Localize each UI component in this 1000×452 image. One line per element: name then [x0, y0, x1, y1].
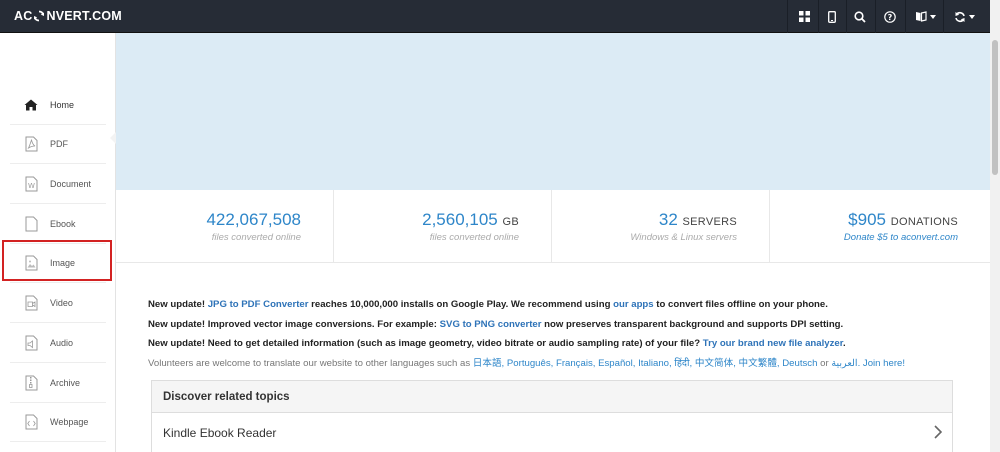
audio-icon	[22, 334, 40, 352]
sidebar-item-webpage[interactable]: Webpage	[10, 402, 106, 442]
banner-area	[116, 33, 990, 190]
webpage-icon	[22, 413, 40, 431]
volunteer-text: Volunteers are welcome to translate our …	[148, 357, 473, 369]
update-text: New update! Need to get detailed informa…	[148, 338, 703, 350]
stat-servers: 32 SERVERS Windows & Linux servers	[552, 190, 770, 263]
sidebar-item-ebook[interactable]: Ebook	[10, 204, 106, 244]
page-scrollbar[interactable]	[990, 0, 1000, 452]
search-button[interactable]	[845, 0, 875, 33]
site-logo[interactable]: AC NVERT.COM	[14, 9, 122, 23]
stat-caption: Windows & Linux servers	[630, 232, 737, 243]
grid-icon	[798, 11, 810, 22]
sidebar-item-document[interactable]: W Document	[10, 164, 106, 204]
file-analyzer-link[interactable]: Try our brand new file analyzer	[703, 338, 843, 349]
donate-link[interactable]: Donate $5 to aconvert.com	[844, 232, 958, 243]
apps-grid-button[interactable]	[789, 0, 819, 33]
mobile-app-button[interactable]	[817, 0, 847, 33]
update-line: New update! JPG to PDF Converter reaches…	[148, 298, 978, 318]
scrollbar-thumb[interactable]	[992, 40, 998, 175]
sidebar-item-label: Archive	[50, 377, 81, 388]
sidebar-item-archive[interactable]: Archive	[10, 363, 106, 403]
archive-icon	[22, 374, 40, 392]
stat-unit: GB	[502, 216, 519, 228]
logo-text-suffix: NVERT.COM	[46, 9, 122, 23]
help-button[interactable]: ?	[875, 0, 905, 33]
stat-unit: DONATIONS	[890, 216, 958, 228]
language-book-icon	[915, 11, 927, 22]
sidebar-item-label: PDF	[50, 138, 68, 149]
sidebar-item-pdf[interactable]: PDF	[10, 124, 106, 164]
question-icon: ?	[884, 10, 896, 23]
volunteer-line: Volunteers are welcome to translate our …	[148, 357, 978, 377]
search-icon	[854, 10, 866, 23]
top-navbar: AC NVERT.COM ?	[0, 0, 990, 33]
pdf-icon	[22, 135, 40, 153]
sidebar-item-label: Ebook	[50, 218, 76, 229]
update-text: New update! Improved vector image conver…	[148, 318, 440, 330]
document-icon: W	[22, 175, 40, 193]
sidebar-item-label: Video	[50, 297, 73, 308]
update-text: to convert files offline on your phone.	[653, 299, 828, 310]
stat-caption: files converted online	[429, 232, 519, 243]
volunteer-text: or	[817, 357, 832, 369]
convert-menu-button[interactable]	[947, 0, 981, 33]
sidebar-item-label: Home	[50, 99, 75, 110]
language-menu-button[interactable]	[908, 0, 942, 33]
chevron-down-icon	[929, 14, 936, 19]
jpg-to-pdf-link[interactable]: JPG to PDF Converter	[208, 299, 309, 310]
news-updates: New update! JPG to PDF Converter reaches…	[148, 298, 978, 376]
sidebar-item-label: Document	[50, 178, 92, 189]
related-topics-panel: Discover related topics Kindle Ebook Rea…	[151, 380, 953, 452]
ebook-icon	[22, 215, 40, 233]
stat-value: 32	[658, 210, 678, 229]
sidebar-item-label: Audio	[50, 337, 74, 348]
video-icon	[22, 294, 40, 312]
update-text: now preserves transparent background and…	[541, 318, 844, 330]
sidebar-item-label: Webpage	[50, 416, 89, 427]
sidebar-item-audio[interactable]: Audio	[10, 323, 106, 363]
update-text: .	[842, 338, 846, 350]
sidebar-item-video[interactable]: Video	[10, 283, 106, 323]
stat-value: 422,067,508	[206, 210, 301, 229]
svg-text:?: ?	[888, 12, 893, 21]
convert-cycle-icon	[34, 10, 45, 22]
update-text: reaches 10,000,000 installs on Google Pl…	[308, 299, 614, 310]
stat-unit: SERVERS	[682, 216, 737, 228]
our-apps-link[interactable]: our apps	[613, 299, 654, 310]
logo-text-prefix: AC	[14, 9, 33, 23]
arabic-link[interactable]: العربية	[831, 358, 857, 369]
update-line: New update! Improved vector image conver…	[148, 318, 978, 338]
language-links[interactable]: 日本語, Português, Français, Español, Itali…	[473, 358, 818, 369]
join-here-link[interactable]: . Join here!	[858, 358, 905, 369]
stat-donations: $905 DONATIONS Donate $5 to aconvert.com	[770, 190, 990, 263]
stat-gb-converted: 2,560,105 GB files converted online	[334, 190, 552, 263]
related-topic-item[interactable]: Kindle Ebook Reader	[152, 413, 952, 452]
stats-bar: 422,067,508 files converted online 2,560…	[116, 190, 990, 263]
stat-files-converted: 422,067,508 files converted online	[116, 190, 334, 263]
svg-text:W: W	[28, 182, 35, 190]
stat-value: 2,560,105	[422, 210, 498, 229]
related-topics-heading: Discover related topics	[152, 381, 952, 413]
chevron-down-icon	[968, 14, 975, 19]
related-topic-label: Kindle Ebook Reader	[163, 425, 277, 440]
sidebar-item-home[interactable]: Home	[10, 85, 106, 125]
refresh-icon	[954, 11, 965, 22]
home-icon	[22, 96, 40, 114]
update-line: New update! Need to get detailed informa…	[148, 337, 978, 357]
stat-value: $905	[848, 210, 886, 229]
stat-caption: files converted online	[211, 232, 301, 243]
chevron-right-icon	[934, 425, 942, 439]
update-text: New update!	[148, 299, 208, 310]
svg-to-png-link[interactable]: SVG to PNG converter	[440, 319, 542, 330]
mobile-icon	[828, 10, 836, 23]
image-item-highlight-box	[2, 240, 112, 281]
